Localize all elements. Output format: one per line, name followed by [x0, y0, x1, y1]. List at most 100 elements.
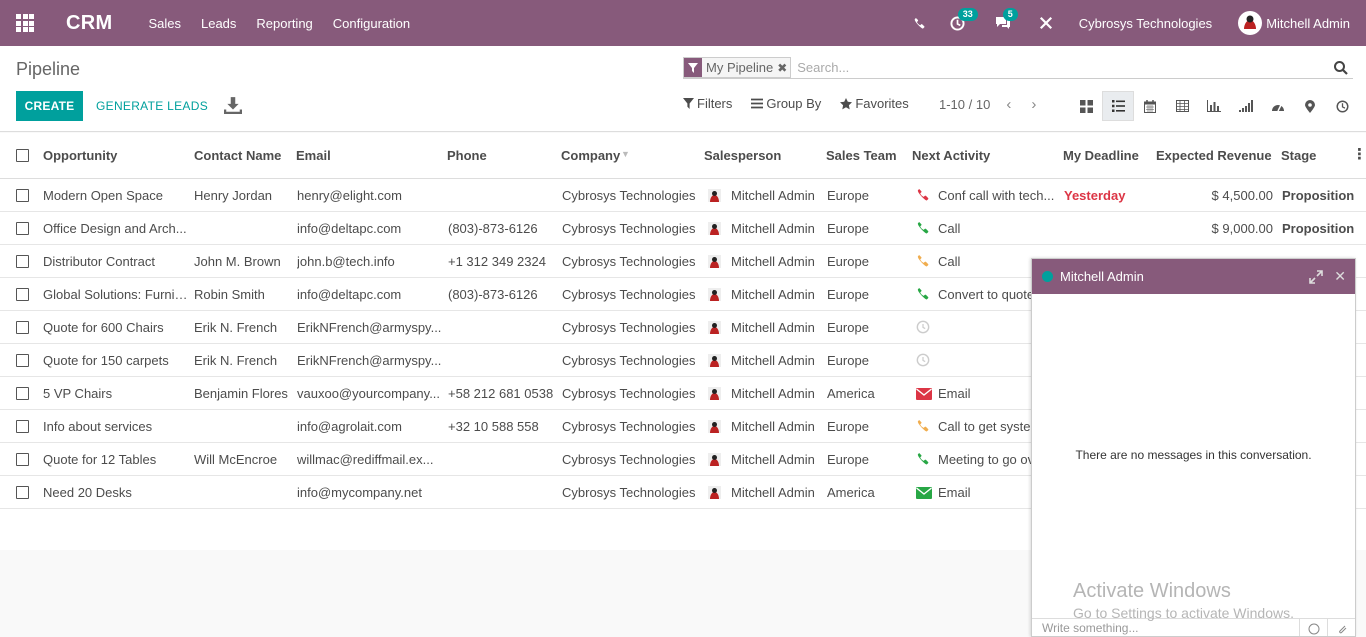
clock-icon[interactable] [916, 353, 932, 369]
cell-phone: +1 312 349 2324 [448, 254, 546, 269]
menu-reporting[interactable]: Reporting [256, 16, 312, 31]
row-checkbox[interactable] [16, 321, 29, 334]
groupby-dropdown[interactable]: Group By [751, 96, 821, 111]
graph-view-icon[interactable] [1198, 91, 1230, 121]
user-menu[interactable]: Mitchell Admin [1238, 11, 1350, 35]
emoji-icon[interactable] [1299, 619, 1327, 636]
cell-salesperson: Mitchell Admin [731, 419, 815, 434]
row-checkbox[interactable] [16, 255, 29, 268]
column-company[interactable]: Company [561, 148, 620, 163]
phone-orange-icon[interactable] [916, 419, 932, 435]
table-row[interactable]: Office Design and Arch... info@deltapc.co… [0, 212, 1366, 245]
dashboard-view-icon[interactable] [1262, 91, 1294, 121]
map-view-icon[interactable] [1294, 91, 1326, 121]
cell-opportunity: 5 VP Chairs [43, 386, 113, 401]
attachment-icon[interactable] [1327, 619, 1355, 636]
menu-leads[interactable]: Leads [201, 16, 236, 31]
list-view-icon[interactable] [1102, 91, 1134, 121]
facet-remove-icon[interactable]: ✖ [777, 61, 790, 75]
debug-tools-icon[interactable] [1039, 16, 1053, 30]
column-contact[interactable]: Contact Name [194, 148, 281, 163]
cell-contact: Henry Jordan [194, 188, 273, 203]
row-checkbox[interactable] [16, 288, 29, 301]
pivot-view-icon[interactable] [1166, 91, 1198, 121]
column-sales-team[interactable]: Sales Team [826, 148, 897, 163]
phone-orange-icon[interactable] [916, 254, 932, 270]
chat-empty-message: There are no messages in this conversati… [1075, 448, 1312, 462]
cell-email: info@mycompany.net [297, 485, 422, 500]
cell-opportunity: Need 20 Desks [43, 485, 132, 500]
search-input[interactable] [797, 60, 1333, 75]
row-checkbox[interactable] [16, 420, 29, 433]
kanban-view-icon[interactable] [1070, 91, 1102, 121]
chat-input[interactable] [1032, 619, 1299, 636]
row-checkbox[interactable] [16, 387, 29, 400]
optional-columns-icon[interactable]: ⋮ [1352, 145, 1366, 163]
column-phone[interactable]: Phone [447, 148, 487, 163]
clock-icon[interactable] [916, 320, 932, 336]
row-checkbox[interactable] [16, 222, 29, 235]
cell-salesperson: Mitchell Admin [731, 287, 815, 302]
select-all-checkbox[interactable] [16, 149, 29, 162]
cohort-view-icon[interactable] [1230, 91, 1262, 121]
cell-contact: Will McEncroe [194, 452, 278, 467]
email-green-icon[interactable] [916, 485, 932, 501]
row-checkbox[interactable] [16, 354, 29, 367]
salesperson-avatar [708, 387, 721, 400]
calendar-view-icon[interactable] [1134, 91, 1166, 121]
row-checkbox[interactable] [16, 486, 29, 499]
column-opportunity[interactable]: Opportunity [43, 148, 117, 163]
chevron-right-icon[interactable]: › [1031, 96, 1036, 113]
column-deadline[interactable]: My Deadline [1063, 148, 1139, 163]
create-button[interactable]: CREATE [16, 91, 83, 121]
row-checkbox[interactable] [16, 189, 29, 202]
table-row[interactable]: Modern Open Space Henry Jordan henry@eligh… [0, 179, 1366, 212]
cell-phone: +58 212 681 0538 [448, 386, 554, 401]
menu-sales[interactable]: Sales [148, 16, 181, 31]
phone-green-icon[interactable] [916, 452, 932, 468]
search-icon[interactable] [1333, 60, 1349, 76]
column-salesperson[interactable]: Salesperson [704, 148, 781, 163]
phone-green-icon[interactable] [916, 221, 932, 237]
expand-icon[interactable] [1309, 270, 1323, 284]
download-icon[interactable] [224, 96, 242, 114]
cell-company: Cybrosys Technologies [562, 320, 696, 335]
company-switcher[interactable]: Cybrosys Technologies [1079, 16, 1212, 31]
activity-view-icon[interactable] [1326, 91, 1358, 121]
cell-next-activity[interactable]: Conf call with tech... [938, 188, 1056, 203]
column-next-activity[interactable]: Next Activity [912, 148, 990, 163]
cell-opportunity: Global Solutions: Furnit... [43, 287, 188, 302]
cell-next-activity[interactable]: Call [938, 221, 1056, 236]
cell-company: Cybrosys Technologies [562, 452, 696, 467]
column-email[interactable]: Email [296, 148, 331, 163]
pager-value[interactable]: 1-10 / 10 [939, 97, 990, 112]
cell-sales-team: America [827, 485, 875, 500]
cell-opportunity: Quote for 12 Tables [43, 452, 157, 467]
salesperson-avatar [708, 255, 721, 268]
menu-configuration[interactable]: Configuration [333, 16, 410, 31]
column-stage[interactable]: Stage [1281, 148, 1316, 163]
generate-leads-button[interactable]: GENERATE LEADS [96, 91, 208, 121]
phone-icon[interactable] [913, 17, 926, 30]
cell-deadline: Yesterday [1064, 188, 1126, 203]
activity-clock-icon[interactable]: 33 [950, 7, 978, 31]
row-checkbox[interactable] [16, 453, 29, 466]
cell-email: info@deltapc.com [297, 287, 402, 302]
email-red-icon[interactable] [916, 386, 932, 402]
column-expected-revenue[interactable]: Expected Revenue [1156, 148, 1272, 163]
cell-phone: (803)-873-6126 [448, 287, 538, 302]
chat-header[interactable]: Mitchell Admin ✕ [1032, 259, 1355, 294]
messages-icon[interactable]: 5 [995, 8, 1018, 30]
user-avatar [1238, 11, 1263, 35]
chevron-left-icon[interactable]: ‹ [1006, 96, 1011, 113]
chat-window: Mitchell Admin ✕ There are no messages i… [1031, 258, 1356, 637]
phone-green-icon[interactable] [916, 287, 932, 303]
phone-red-icon[interactable] [916, 188, 932, 204]
close-icon[interactable]: ✕ [1334, 268, 1346, 285]
filters-dropdown[interactable]: Filters [683, 96, 732, 111]
cell-contact: Robin Smith [194, 287, 265, 302]
favorites-dropdown[interactable]: Favorites [840, 96, 909, 111]
app-brand[interactable]: CRM [66, 12, 112, 35]
apps-menu-icon[interactable] [0, 0, 50, 46]
cell-salesperson: Mitchell Admin [731, 221, 815, 236]
